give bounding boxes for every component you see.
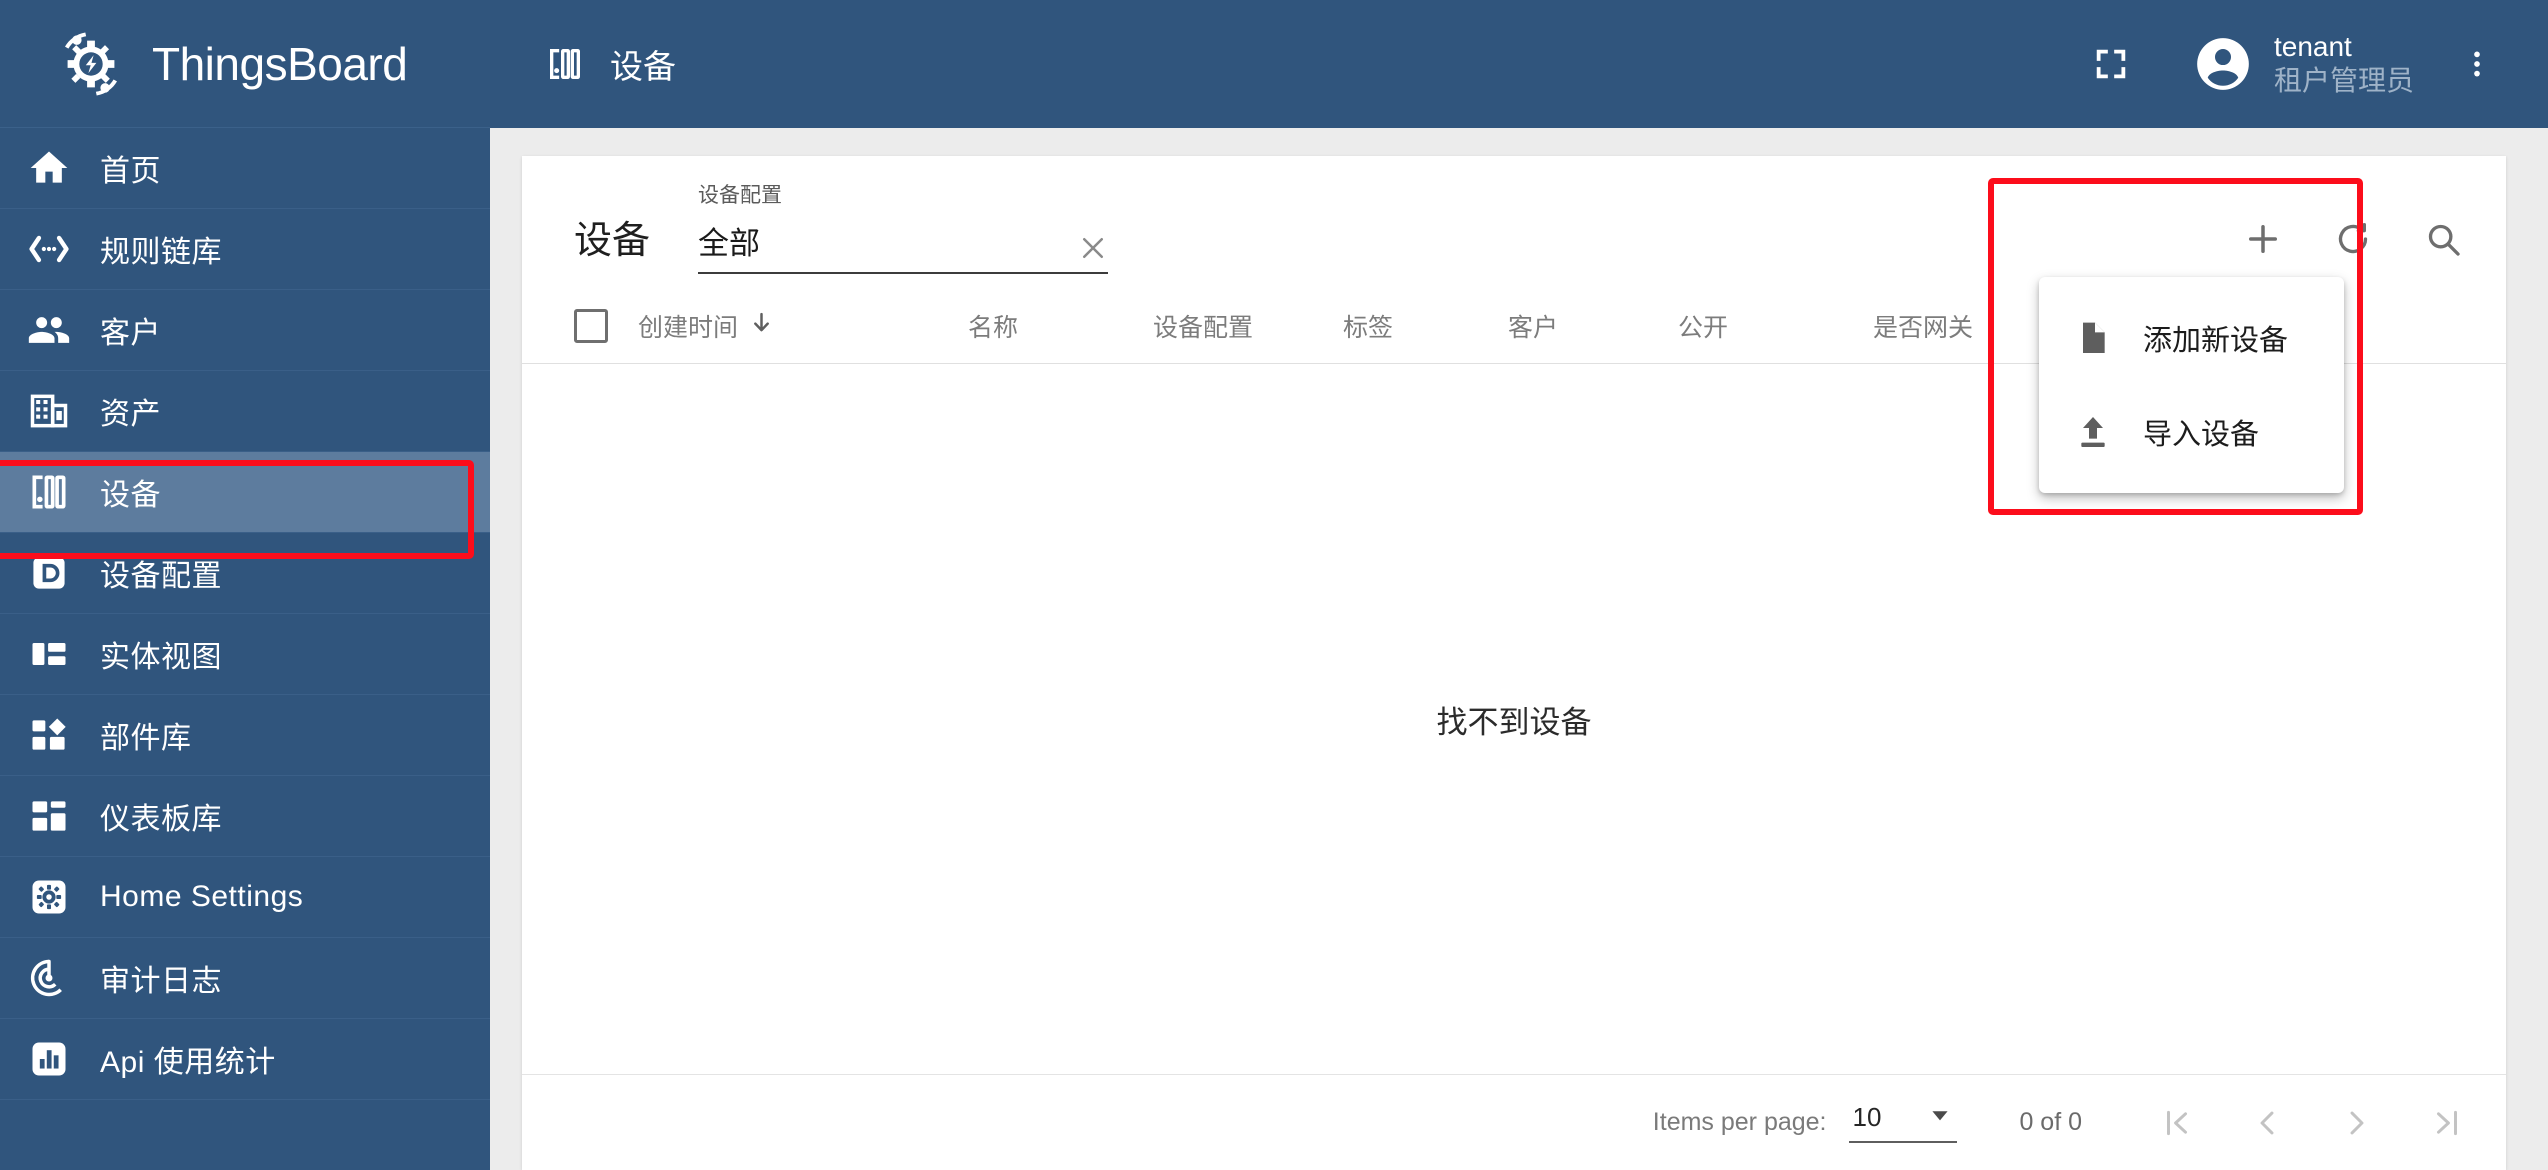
devices-icon xyxy=(26,469,72,515)
sidebar-item-widgets-library[interactable]: 部件库 xyxy=(0,695,490,776)
arrow-down-icon xyxy=(748,309,775,343)
menu-item-add-new-device[interactable]: 添加新设备 xyxy=(2039,291,2344,385)
column-header-label: 客户 xyxy=(1508,313,1559,342)
card-title: 设备 xyxy=(574,220,651,262)
sidebar-item-label: 规则链库 xyxy=(100,236,222,269)
sidebar-item-label: 客户 xyxy=(100,317,161,350)
close-icon[interactable] xyxy=(1078,233,1108,263)
brand-name: ThingsBoard xyxy=(152,37,408,90)
column-header-label: 是否网关 xyxy=(1873,313,1974,342)
user-info: tenant 租户管理员 xyxy=(2274,30,2414,98)
card-header: 设备 设备配置 全部 xyxy=(522,156,2506,288)
sidebar-nav: 首页 规则链库 客户 资产 设备 设备配置 实体视图 部件库 仪表板库 Home… xyxy=(0,128,490,1100)
card-actions xyxy=(2236,212,2470,266)
column-header-device-profile[interactable]: 设备配置 xyxy=(1153,308,1343,344)
sidebar-item-label: 实体视图 xyxy=(100,641,222,674)
account-circle-icon xyxy=(2192,33,2254,95)
sidebar-item-assets[interactable]: 资产 xyxy=(0,371,490,452)
audit-logs-icon xyxy=(26,955,72,1001)
sidebar-item-api-usage[interactable]: Api 使用统计 xyxy=(0,1019,490,1100)
user-name: tenant xyxy=(2273,30,2352,62)
page-title: 设备 xyxy=(542,40,676,88)
user-role: 租户管理员 xyxy=(2273,65,2414,96)
sidebar-item-home[interactable]: 首页 xyxy=(0,128,490,209)
next-page-icon[interactable] xyxy=(2334,1100,2380,1146)
device-profile-filter[interactable]: 设备配置 全部 xyxy=(698,179,1109,274)
column-header-label: 设备配置 xyxy=(1153,313,1254,342)
dashboards-icon xyxy=(26,793,72,839)
search-icon[interactable] xyxy=(2416,212,2470,266)
caret-down-icon xyxy=(1927,1102,1953,1133)
api-usage-icon xyxy=(26,1036,72,1082)
refresh-icon[interactable] xyxy=(2326,212,2380,266)
devices-icon xyxy=(542,41,588,87)
table-paginator: Items per page: 10 0 of 0 xyxy=(522,1074,2506,1170)
items-per-page-value: 10 xyxy=(1852,1102,1882,1132)
menu-item-label: 导入设备 xyxy=(2143,419,2260,451)
widgets-icon xyxy=(26,712,72,758)
sidebar-item-rule-chains[interactable]: 规则链库 xyxy=(0,209,490,290)
sidebar-item-label: Api 使用统计 xyxy=(100,1046,276,1079)
customers-icon xyxy=(26,307,72,353)
sidebar-item-devices[interactable]: 设备 xyxy=(0,452,490,533)
home-settings-icon xyxy=(26,874,72,920)
fullscreen-icon[interactable] xyxy=(2082,35,2140,93)
column-header-label: 公开 xyxy=(1678,313,1729,342)
upload-icon xyxy=(2071,410,2115,454)
menu-item-label: 添加新设备 xyxy=(2143,325,2289,357)
plus-icon[interactable] xyxy=(2236,212,2290,266)
last-page-icon[interactable] xyxy=(2424,1100,2470,1146)
sidebar-item-dashboards[interactable]: 仪表板库 xyxy=(0,776,490,857)
sidebar: ThingsBoard 首页 规则链库 客户 资产 设备 设备配置 实体视图 部… xyxy=(0,0,490,1170)
assets-icon xyxy=(26,388,72,434)
pagination-range-label: 0 of 0 xyxy=(2019,1108,2082,1136)
brand-header: ThingsBoard xyxy=(0,0,490,128)
application-root: ThingsBoard 首页 规则链库 客户 资产 设备 设备配置 实体视图 部… xyxy=(0,0,2548,1170)
select-all-checkbox[interactable] xyxy=(574,308,608,343)
previous-page-icon[interactable] xyxy=(2244,1100,2290,1146)
main-area: 设备 tenant 租户管理员 设备 设备配置 全部 创建时间 名称 设备配置 … xyxy=(490,0,2548,1170)
sidebar-item-label: Home Settings xyxy=(100,880,304,913)
sidebar-item-audit-logs[interactable]: 审计日志 xyxy=(0,938,490,1019)
sidebar-item-home-settings[interactable]: Home Settings xyxy=(0,857,490,938)
page-title-text: 设备 xyxy=(610,48,676,85)
column-header-label: 创建时间 xyxy=(638,313,739,342)
home-icon xyxy=(26,145,72,191)
sidebar-item-device-profiles[interactable]: 设备配置 xyxy=(0,533,490,614)
sidebar-item-label: 仪表板库 xyxy=(100,803,222,836)
device-profile-filter-value: 全部 xyxy=(698,226,761,261)
user-menu[interactable]: tenant 租户管理员 xyxy=(2192,30,2414,98)
column-header-created-time[interactable]: 创建时间 xyxy=(638,308,968,344)
menu-item-import-device[interactable]: 导入设备 xyxy=(2039,385,2344,479)
column-header-public[interactable]: 公开 xyxy=(1678,308,1873,344)
rule-chain-icon xyxy=(26,226,72,272)
file-icon xyxy=(2071,316,2115,360)
add-device-menu: 添加新设备 导入设备 xyxy=(2039,277,2344,493)
device-profile-filter-row[interactable]: 全部 xyxy=(698,218,1109,274)
device-profile-filter-label: 设备配置 xyxy=(698,184,783,207)
column-header-label: 标签 xyxy=(1343,313,1394,342)
empty-state-message: 找不到设备 xyxy=(1436,704,1592,740)
sidebar-item-label: 设备配置 xyxy=(100,560,222,593)
column-header-name[interactable]: 名称 xyxy=(968,308,1153,344)
column-header-customer[interactable]: 客户 xyxy=(1508,308,1678,344)
column-header-label-col[interactable]: 标签 xyxy=(1343,308,1508,344)
items-per-page-label: Items per page: xyxy=(1652,1108,1827,1136)
sidebar-item-label: 资产 xyxy=(100,398,161,431)
entity-views-icon xyxy=(26,631,72,677)
thingsboard-logo-icon xyxy=(52,25,130,103)
more-vertical-icon[interactable] xyxy=(2448,35,2506,93)
sidebar-item-entity-views[interactable]: 实体视图 xyxy=(0,614,490,695)
sidebar-item-label: 审计日志 xyxy=(100,965,222,998)
pagination-controls xyxy=(2154,1100,2470,1146)
sidebar-item-customers[interactable]: 客户 xyxy=(0,290,490,371)
sidebar-item-label: 设备 xyxy=(100,479,161,512)
items-per-page-select[interactable]: 10 xyxy=(1848,1102,1958,1143)
sidebar-item-label: 首页 xyxy=(100,155,161,188)
top-toolbar: 设备 tenant 租户管理员 xyxy=(490,0,2548,128)
sidebar-item-label: 部件库 xyxy=(100,722,192,755)
device-profiles-icon xyxy=(26,550,72,596)
first-page-icon[interactable] xyxy=(2154,1100,2200,1146)
column-header-label: 名称 xyxy=(968,313,1019,342)
